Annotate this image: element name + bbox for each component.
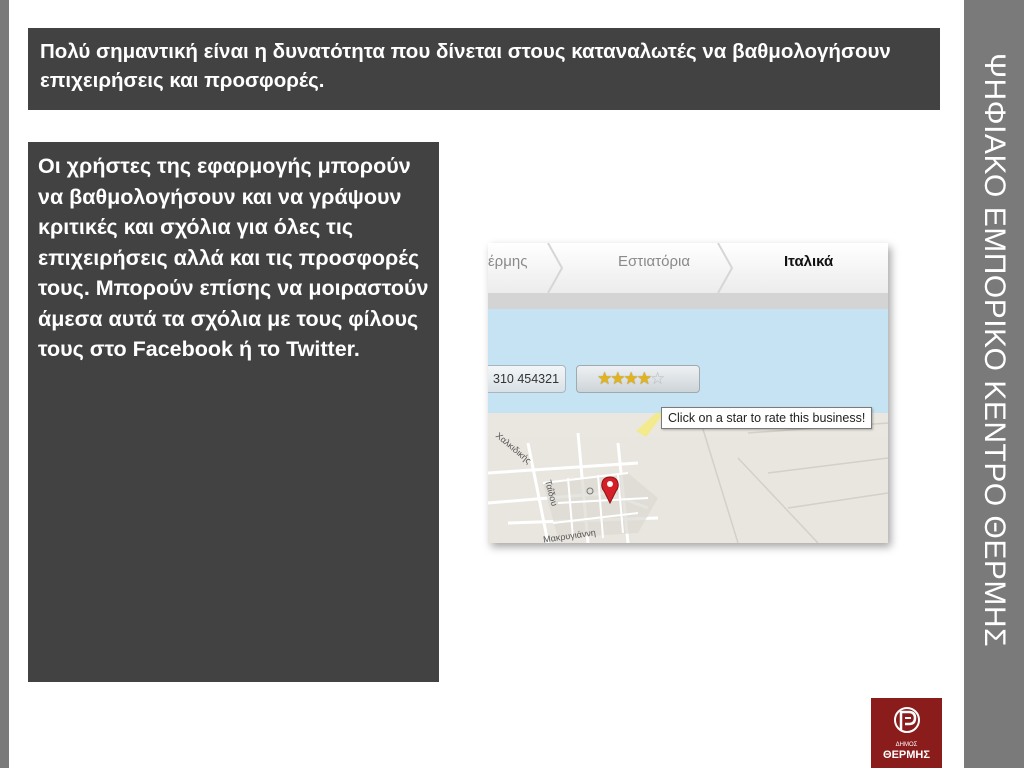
star-icon[interactable]: ★ xyxy=(637,369,652,389)
headline-box: Πολύ σημαντική είναι η δυνατότητα που δί… xyxy=(28,28,940,110)
breadcrumb: έρμης Εστιατόρια Ιταλικά xyxy=(488,243,888,293)
phone-number: 310 454321 xyxy=(488,365,566,393)
left-edge-bar xyxy=(0,0,9,768)
star-icon[interactable]: ☆ xyxy=(650,369,665,389)
emblem-icon xyxy=(894,707,920,733)
business-panel xyxy=(488,309,888,413)
star-icon[interactable]: ★ xyxy=(597,369,612,389)
rating-widget[interactable]: ★★★★☆ xyxy=(576,365,700,393)
chevron-right-icon xyxy=(547,243,564,293)
breadcrumb-item-thermi[interactable]: έρμης xyxy=(488,253,527,270)
logo-line-small: ΔΗΜΟΣ xyxy=(895,742,918,748)
star-icon[interactable]: ★ xyxy=(624,369,639,389)
chevron-right-icon xyxy=(717,243,734,293)
side-title: ΨΗΦΙΑΚΟ ΕΜΠΟΡΙΚΟ ΚΕΝΤΡΟ ΘΕΡΜΗΣ xyxy=(978,52,1011,648)
app-screenshot: έρμης Εστιατόρια Ιταλικά 310 454321 ★★★★… xyxy=(488,243,888,543)
toolbar-strip xyxy=(488,293,888,309)
location-map[interactable] xyxy=(488,413,888,543)
municipality-logo: ΔΗΜΟΣ ΘΕΡΜΗΣ xyxy=(871,698,942,768)
breadcrumb-item-restaurants[interactable]: Εστιατόρια xyxy=(618,253,690,270)
headline-text: Πολύ σημαντική είναι η δυνατότητα που δί… xyxy=(40,40,891,92)
rating-tooltip: Click on a star to rate this business! xyxy=(661,407,873,429)
star-icon[interactable]: ★ xyxy=(610,369,625,389)
logo-line-big: ΘΕΡΜΗΣ xyxy=(883,749,930,761)
breadcrumb-item-italian[interactable]: Ιταλικά xyxy=(784,253,833,270)
rating-stars[interactable]: ★★★★☆ xyxy=(597,369,665,389)
body-text: Οι χρήστες της εφαρμογής μπορούν να βαθμ… xyxy=(38,154,429,361)
content-box: Οι χρήστες της εφαρμογής μπορούν να βαθμ… xyxy=(28,142,439,682)
